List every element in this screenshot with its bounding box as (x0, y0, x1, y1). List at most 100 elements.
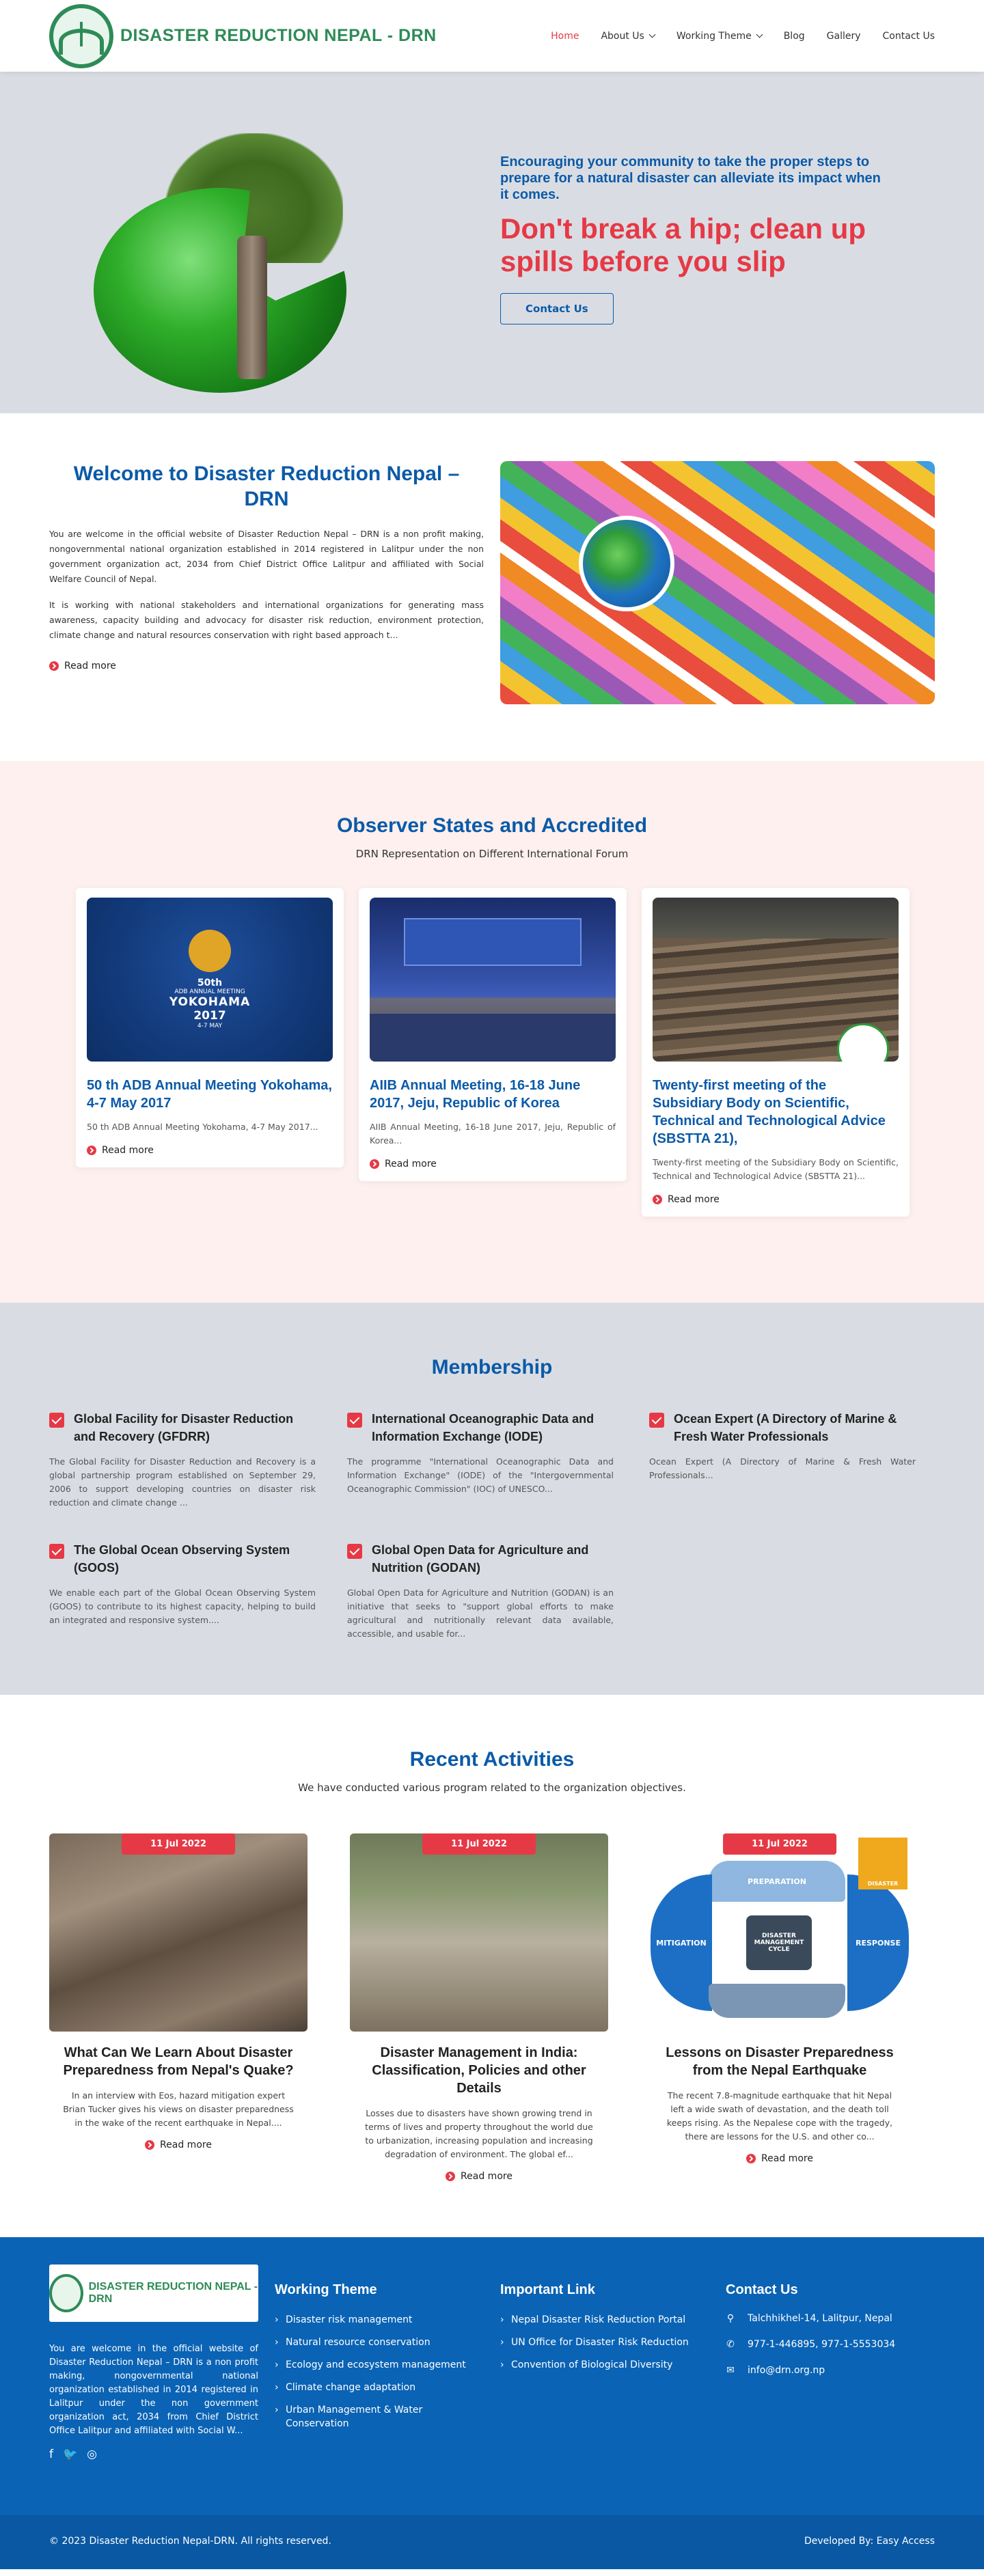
nav-contact-us[interactable]: Contact Us (883, 31, 935, 42)
membership-item: The Global Ocean Observing System (GOOS)… (49, 1541, 316, 1627)
checkbox-checked-icon (347, 1544, 362, 1559)
contact-phone[interactable]: ✆ 977-1-446895, 977-1-5553034 (726, 2339, 938, 2350)
footer-link[interactable]: › Urban Management & Water Conservation (275, 2403, 480, 2430)
nav-home[interactable]: Home (551, 31, 579, 42)
footer-link[interactable]: › Convention of Biological Diversity (500, 2358, 719, 2372)
membership-item-text: We enable each part of the Global Ocean … (49, 1588, 316, 1625)
arrow-circle-right-icon (370, 1159, 379, 1169)
footer-link[interactable]: › Climate change adaptation (275, 2381, 480, 2394)
contact-address: ⚲ Talchhikhel-14, Lalitpur, Nepal (726, 2313, 938, 2324)
activity-card: 11 Jul 2022 Disaster Management in India… (350, 1833, 608, 2182)
nav-about-us[interactable]: About Us (601, 30, 656, 42)
activity-title[interactable]: Disaster Management in India: Classifica… (350, 2044, 608, 2097)
membership-item: Global Open Data for Agriculture and Nut… (347, 1541, 614, 1641)
cycle-center: DISASTER MANAGEMENT CYCLE (746, 1915, 812, 1970)
footer-logo-text: DISASTER REDUCTION NEPAL - DRN (88, 2281, 258, 2305)
footer-link[interactable]: › Nepal Disaster Risk Reduction Portal (500, 2313, 719, 2327)
main-nav: Home About Us Working Theme Blog Gallery… (551, 31, 935, 42)
read-more-link[interactable]: Read more (49, 2139, 308, 2150)
read-more-label: Read more (668, 1194, 720, 1205)
observer-carousel: 50th ADB ANNUAL MEETING YOKOHAMA 2017 4-… (76, 888, 960, 1217)
chevron-right-icon: › (275, 2314, 279, 2325)
nav-gallery[interactable]: Gallery (827, 31, 861, 42)
leaf-logo-icon (837, 1023, 889, 1062)
welcome-paragraph-2: It is working with national stakeholders… (49, 600, 484, 640)
activity-text: The recent 7.8-magnitude earthquake that… (666, 2090, 893, 2142)
checkbox-checked-icon (49, 1413, 64, 1428)
membership-item-title[interactable]: Global Open Data for Agriculture and Nut… (372, 1541, 614, 1577)
img-text: ADB ANNUAL MEETING (174, 988, 245, 995)
chevron-down-icon (756, 31, 763, 38)
social-links: f 🐦 ◎ (49, 2448, 258, 2461)
aiib-meeting-image (370, 898, 616, 1062)
footer-about-text: You are welcome in the official website … (49, 2344, 258, 2436)
nav-blog[interactable]: Blog (784, 31, 805, 42)
instagram-icon[interactable]: ◎ (87, 2448, 97, 2461)
read-more-label: Read more (761, 2153, 813, 2164)
read-more-link[interactable]: Read more (653, 1194, 720, 1205)
img-text: 2017 (193, 1009, 226, 1023)
footer-logo[interactable]: DISASTER REDUCTION NEPAL - DRN (49, 2265, 258, 2322)
nav-working-theme[interactable]: Working Theme (676, 31, 763, 42)
membership-item: Ocean Expert (A Directory of Marine & Fr… (649, 1410, 916, 1482)
welcome-title: Welcome to Disaster Reduction Nepal – DR… (73, 462, 460, 510)
footer-bottom-bar: © 2023 Disaster Reduction Nepal-DRN. All… (0, 2515, 984, 2569)
developed-by-link[interactable]: Developed By: Easy Access (804, 2536, 935, 2547)
membership-section: Membership Global Facility for Disaster … (0, 1303, 984, 1695)
observer-card-text: 50 th ADB Annual Meeting Yokohama, 4-7 M… (87, 1122, 318, 1132)
nav-blog-label: Blog (783, 30, 805, 42)
observer-card: 50th ADB ANNUAL MEETING YOKOHAMA 2017 4-… (76, 888, 344, 1167)
read-more-link[interactable]: Read more (651, 2153, 909, 2164)
footer-link-label: Natural resource conservation (286, 2337, 430, 2348)
membership-item-title[interactable]: Ocean Expert (A Directory of Marine & Fr… (674, 1410, 916, 1445)
checkbox-checked-icon (49, 1544, 64, 1559)
membership-item-title[interactable]: The Global Ocean Observing System (GOOS) (74, 1541, 316, 1577)
read-more-link[interactable]: Read more (350, 2171, 608, 2182)
footer-link-label: Urban Management & Water Conservation (286, 2405, 423, 2429)
chevron-down-icon (648, 31, 656, 38)
observer-card-title[interactable]: AIIB Annual Meeting, 16-18 June 2017, Je… (370, 1077, 616, 1112)
hall-wall (653, 898, 899, 939)
facebook-icon[interactable]: f (49, 2448, 53, 2461)
chevron-right-icon: › (500, 2314, 504, 2325)
hero-subtitle: Encouraging your community to take the p… (500, 154, 881, 202)
contact-email-text: info@drn.org.np (748, 2365, 825, 2376)
footer-link[interactable]: › Disaster risk management (275, 2313, 480, 2327)
contact-us-button[interactable]: Contact Us (500, 293, 614, 324)
flood-rescue-image: 11 Jul 2022 (350, 1833, 608, 2032)
site-logo[interactable]: DISASTER REDUCTION NEPAL - DRN (49, 3, 437, 68)
observer-card: AIIB Annual Meeting, 16-18 June 2017, Je… (359, 888, 627, 1181)
activity-title[interactable]: What Can We Learn About Disaster Prepare… (49, 2044, 308, 2079)
membership-item-title[interactable]: Global Facility for Disaster Reduction a… (74, 1410, 316, 1445)
colorful-hands-globe-image (500, 461, 935, 704)
contact-list: ⚲ Talchhikhel-14, Lalitpur, Nepal ✆ 977-1-… (726, 2313, 938, 2376)
read-more-link[interactable]: Read more (370, 1159, 437, 1169)
earth-globe (579, 516, 674, 611)
membership-item-title[interactable]: International Oceanographic Data and Inf… (372, 1410, 614, 1445)
chevron-right-icon: › (275, 2382, 279, 2393)
membership-item-text: The programme "International Oceanograph… (347, 1456, 614, 1494)
welcome-read-more-link[interactable]: Read more (49, 661, 116, 671)
footer-link-label: Ecology and ecosystem management (286, 2359, 466, 2370)
footer-contact-column: Contact Us ⚲ Talchhikhel-14, Lalitpur, Ne… (726, 2265, 938, 2391)
date-badge: 11 Jul 2022 (723, 1833, 836, 1855)
footer-link[interactable]: › Ecology and ecosystem management (275, 2358, 480, 2372)
contact-email[interactable]: ✉ info@drn.org.np (726, 2365, 938, 2376)
observer-card-title[interactable]: Twenty-first meeting of the Subsidiary B… (653, 1077, 899, 1148)
membership-item-text: Global Open Data for Agriculture and Nut… (347, 1588, 614, 1639)
activity-title[interactable]: Lessons on Disaster Preparedness from th… (651, 2044, 909, 2079)
read-more-label: Read more (385, 1159, 437, 1169)
cycle-response: RESPONSE (847, 1874, 909, 2011)
observer-section-subtitle: DRN Representation on Different Internat… (355, 848, 629, 860)
nav-about-us-label: About Us (601, 30, 644, 42)
checkbox-checked-icon (649, 1413, 664, 1428)
nav-gallery-label: Gallery (826, 30, 861, 42)
hero-globe-tree-image (70, 133, 405, 400)
footer-link[interactable]: › UN Office for Disaster Risk Reduction (500, 2336, 719, 2349)
membership-item: Global Facility for Disaster Reduction a… (49, 1410, 316, 1510)
footer-link[interactable]: › Natural resource conservation (275, 2336, 480, 2349)
observer-card-title[interactable]: 50 th ADB Annual Meeting Yokohama, 4-7 M… (87, 1077, 333, 1112)
twitter-icon[interactable]: 🐦 (63, 2448, 77, 2461)
read-more-link[interactable]: Read more (87, 1145, 154, 1156)
arrow-circle-right-icon (49, 661, 59, 671)
